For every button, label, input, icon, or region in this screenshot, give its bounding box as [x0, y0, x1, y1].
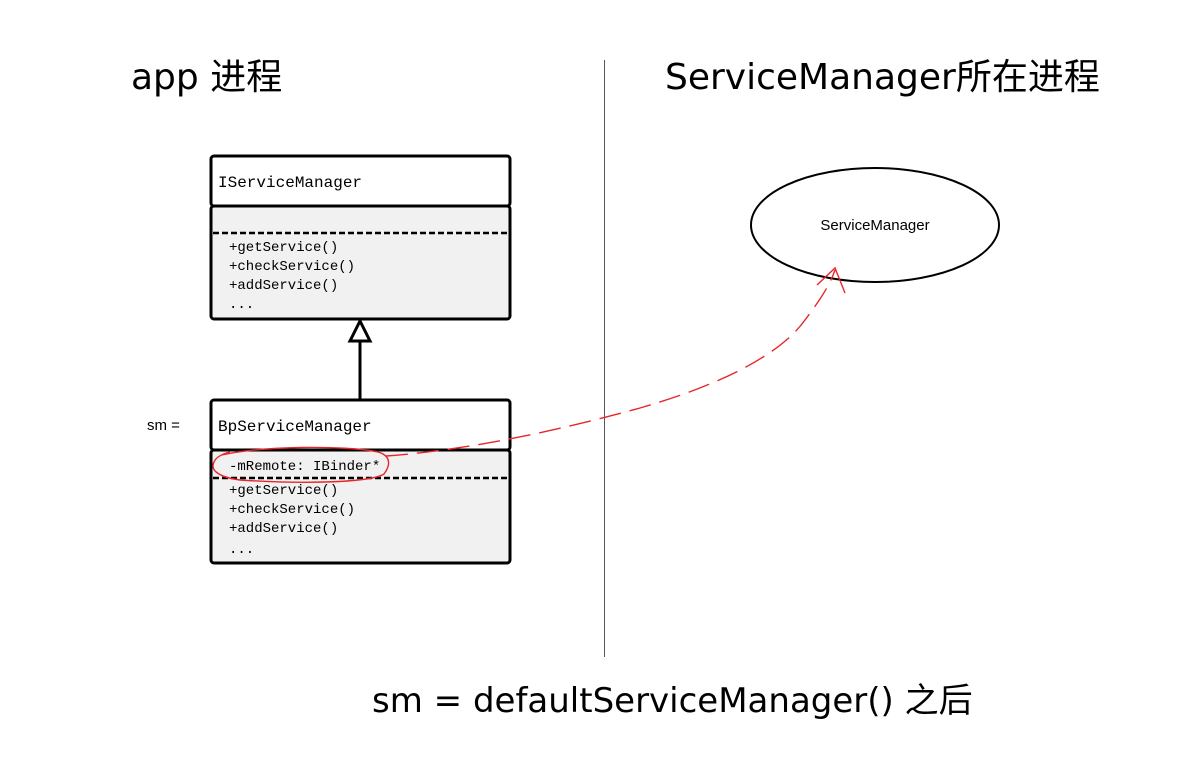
iservicemanager-title: IServiceManager [218, 174, 362, 192]
iservicemanager-method: +getService() [229, 240, 338, 256]
servicemanager-node: ServiceManager [750, 167, 1000, 283]
servicemanager-ellipse-label: ServiceManager [820, 217, 929, 234]
iservicemanager-method: ... [229, 297, 254, 313]
bpservicemanager-method: +checkService() [229, 502, 355, 518]
iservicemanager-method: +checkService() [229, 259, 355, 275]
bpservicemanager-method: +addService() [229, 521, 338, 537]
binder-diagram: IServiceManager +getService() +checkServ… [209, 154, 1000, 565]
caption: sm = defaultServiceManager() 之后 [372, 681, 973, 721]
bpservicemanager-field: -mRemote: IBinder* [229, 459, 380, 475]
bpservicemanager-method: ... [229, 542, 254, 558]
iservicemanager-class: IServiceManager +getService() +checkServ… [209, 154, 512, 321]
iservicemanager-method: +addService() [229, 278, 338, 294]
bpservicemanager-method: +getService() [229, 483, 338, 499]
inheritance-arrowhead [347, 317, 373, 343]
bpservicemanager-title: BpServiceManager [218, 418, 372, 436]
inheritance-arrow [347, 317, 373, 400]
